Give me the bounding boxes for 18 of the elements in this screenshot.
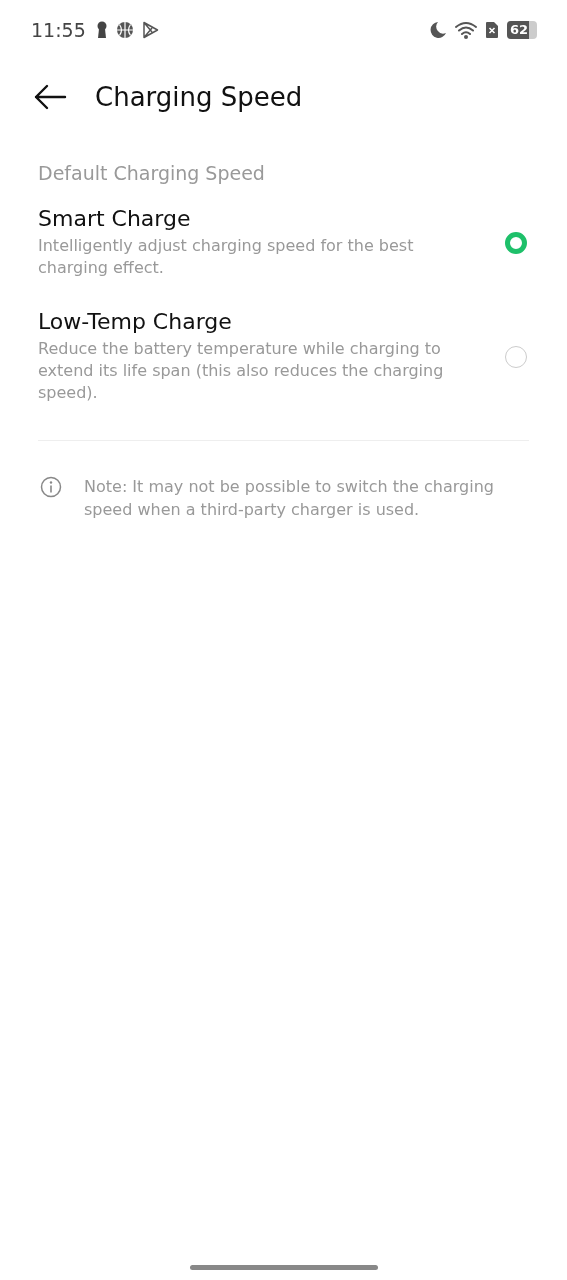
option-title[interactable]: Smart Charge <box>38 206 468 231</box>
keyhole-icon <box>95 21 108 39</box>
section-label: Default Charging Speed <box>37 161 266 184</box>
option-description: Intelligently adjust charging speed for the best charging effect. <box>38 235 415 279</box>
radio-button[interactable] <box>505 231 527 254</box>
back-arrow-icon[interactable] <box>33 84 67 110</box>
basketball-icon <box>115 21 134 39</box>
status-time: 11:55 <box>31 19 86 41</box>
no-sim-icon <box>485 21 499 39</box>
note-text: Note: It may not be possible to switch the charging speed when a third-party charger is used. <box>84 476 495 521</box>
play-icon <box>141 21 159 39</box>
page-title: Charging Speed <box>95 82 303 112</box>
option-description: Reduce the battery temperature while charging to extend its life span (this also reduces the charging speed). <box>38 338 445 404</box>
info-icon <box>40 476 62 498</box>
battery-icon: 62 <box>507 21 537 39</box>
moon-icon <box>430 21 447 39</box>
option-title[interactable]: Low-Temp Charge <box>38 309 468 334</box>
wifi-icon <box>455 21 477 39</box>
